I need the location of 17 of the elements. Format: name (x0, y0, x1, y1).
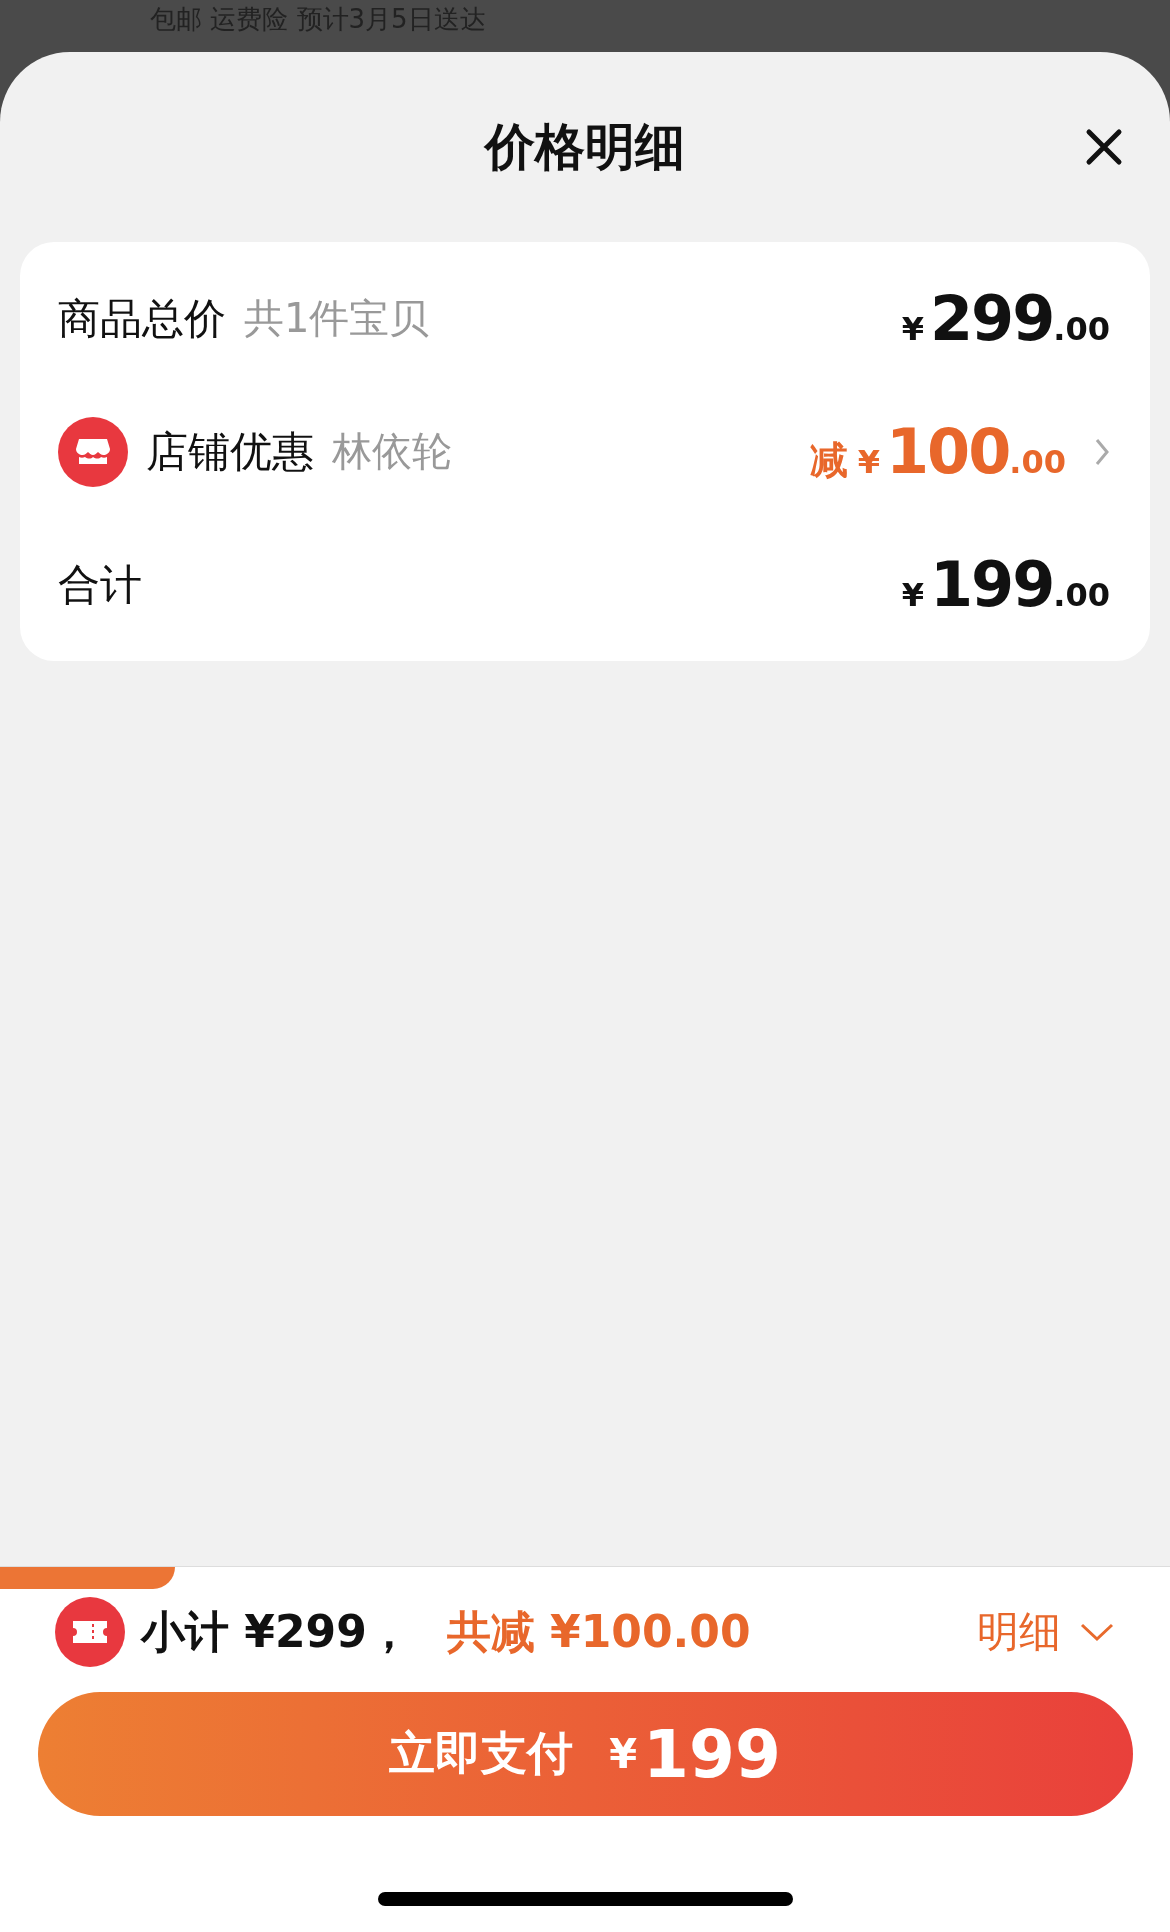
ticket-icon (55, 1597, 125, 1667)
row-label: 店铺优惠 (146, 425, 314, 478)
subtotal-text: 小计 ¥299， (141, 1604, 411, 1659)
price: ¥199.00 (901, 548, 1110, 621)
row-note: 林依轮 (332, 427, 452, 476)
sheet-title: 价格明细 (485, 116, 685, 178)
price: 减 ¥100.00 (809, 415, 1066, 488)
pay-button[interactable]: 立即支付 ¥199 (37, 1692, 1133, 1816)
row-label: 合计 (58, 558, 142, 611)
close-icon[interactable] (1084, 127, 1124, 167)
caret-icon (1079, 1622, 1115, 1642)
shop-icon (58, 416, 128, 487)
details-toggle[interactable]: 明细 (977, 1604, 1115, 1660)
discount-total: 共减 ¥100.00 (446, 1604, 751, 1659)
row-label: 商品总价 (58, 292, 226, 345)
price: ¥299.00 (901, 282, 1110, 355)
row-note: 共1件宝贝 (244, 294, 430, 343)
